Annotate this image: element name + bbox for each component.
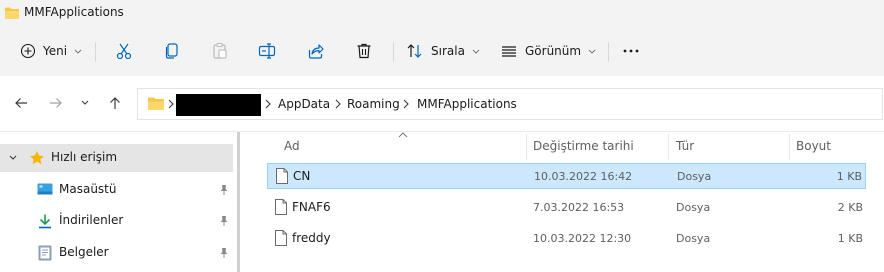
paste-icon bbox=[213, 42, 227, 59]
paste-button[interactable] bbox=[211, 37, 229, 65]
view-icon bbox=[502, 46, 516, 57]
column-header-size[interactable]: Boyut bbox=[790, 132, 866, 160]
file-name: freddy bbox=[292, 231, 331, 245]
nav-item-quick-access[interactable]: Hızlı erişim bbox=[0, 144, 233, 172]
nav-item-label: Hızlı erişim bbox=[51, 150, 118, 164]
chevron-down-icon bbox=[588, 49, 596, 54]
file-size: 1 KB bbox=[837, 232, 863, 245]
view-button-label: Görünüm bbox=[525, 44, 582, 58]
desktop-icon bbox=[37, 183, 53, 195]
file-name: FNAF6 bbox=[292, 200, 331, 214]
file-list: Ad Değiştirme tarihi Tür Boyut CN 10.03.… bbox=[246, 132, 884, 272]
window-title: MMFApplications bbox=[24, 5, 124, 19]
divider bbox=[95, 42, 96, 62]
nav-item-desktop[interactable]: Masaüstü bbox=[0, 176, 233, 204]
file-icon bbox=[275, 230, 287, 246]
share-icon bbox=[308, 44, 324, 59]
copy-button[interactable] bbox=[163, 37, 181, 65]
nav-item-downloads[interactable]: İndirilenler bbox=[0, 207, 233, 235]
new-button-label: Yeni bbox=[43, 44, 68, 58]
navigation-pane: Hızlı erişim Masaüstü İndirilenler Belge… bbox=[0, 132, 246, 272]
column-header-date[interactable]: Değiştirme tarihi bbox=[527, 132, 668, 160]
column-header-type[interactable]: Tür bbox=[669, 132, 789, 160]
title-bar: MMFApplications bbox=[0, 0, 884, 26]
breadcrumb-roaming[interactable]: Roaming bbox=[347, 97, 400, 111]
file-date: 7.03.2022 16:53 bbox=[533, 201, 625, 214]
command-bar: Yeni Sırala Görünüm bbox=[0, 26, 884, 76]
nav-item-label: İndirilenler bbox=[59, 213, 124, 227]
rename-icon bbox=[258, 43, 276, 59]
pin-icon[interactable] bbox=[219, 184, 229, 196]
chevron-down-icon bbox=[74, 49, 82, 54]
column-header-label: Ad bbox=[284, 139, 300, 153]
file-type: Dosya bbox=[676, 232, 711, 245]
cut-icon bbox=[116, 43, 132, 60]
rename-button[interactable] bbox=[258, 37, 276, 65]
sort-button-label: Sırala bbox=[431, 44, 465, 58]
address-row: AppData Roaming MMFApplications bbox=[0, 76, 884, 132]
column-header-label: Tür bbox=[676, 139, 695, 153]
copy-icon bbox=[165, 43, 178, 59]
column-header-label: Değiştirme tarihi bbox=[533, 139, 634, 153]
chevron-right-icon bbox=[403, 99, 409, 109]
column-header-name[interactable]: Ad bbox=[267, 132, 526, 160]
file-icon bbox=[276, 168, 288, 184]
sort-button[interactable]: Sırala bbox=[406, 37, 480, 65]
nav-item-label: Belgeler bbox=[59, 245, 109, 259]
download-icon bbox=[39, 214, 51, 229]
back-arrow-icon[interactable] bbox=[13, 95, 29, 111]
folder-icon bbox=[148, 97, 164, 110]
add-circle-icon bbox=[20, 43, 36, 59]
nav-item-label: Masaüstü bbox=[59, 182, 117, 196]
file-row-freddy[interactable]: freddy 10.03.2022 12:30 Dosya 1 KB bbox=[267, 226, 866, 252]
star-icon bbox=[30, 151, 44, 165]
chevron-down-icon[interactable] bbox=[9, 155, 17, 161]
redacted-path-segment bbox=[176, 94, 261, 116]
file-row-cn[interactable]: CN 10.03.2022 16:42 Dosya 1 KB bbox=[267, 163, 866, 189]
share-button[interactable] bbox=[307, 37, 325, 65]
divider bbox=[393, 42, 394, 62]
delete-button[interactable] bbox=[355, 37, 373, 65]
delete-icon bbox=[357, 43, 371, 59]
chevron-right-icon bbox=[265, 99, 271, 109]
breadcrumb-appdata[interactable]: AppData bbox=[278, 97, 330, 111]
file-size: 2 KB bbox=[837, 201, 863, 214]
nav-scrollbar[interactable] bbox=[237, 132, 240, 272]
file-size: 1 KB bbox=[836, 170, 862, 183]
cut-button[interactable] bbox=[115, 37, 133, 65]
pin-icon[interactable] bbox=[219, 215, 229, 227]
new-button[interactable]: Yeni bbox=[20, 37, 82, 65]
chevron-right-icon bbox=[335, 99, 341, 109]
nav-item-documents[interactable]: Belgeler bbox=[0, 239, 233, 267]
file-date: 10.03.2022 16:42 bbox=[534, 170, 633, 183]
file-date: 10.03.2022 12:30 bbox=[533, 232, 632, 245]
address-bar[interactable]: AppData Roaming MMFApplications bbox=[137, 88, 883, 120]
more-icon bbox=[623, 49, 639, 53]
folder-icon bbox=[5, 7, 19, 19]
chevron-right-icon bbox=[168, 99, 174, 109]
forward-arrow-icon[interactable] bbox=[48, 95, 64, 111]
file-type: Dosya bbox=[677, 170, 712, 183]
breadcrumb-mmfapplications[interactable]: MMFApplications bbox=[417, 97, 517, 111]
column-header-label: Boyut bbox=[796, 139, 831, 153]
more-button[interactable] bbox=[622, 37, 640, 65]
view-button[interactable]: Görünüm bbox=[500, 37, 596, 65]
recent-locations-chevron-icon[interactable] bbox=[81, 100, 89, 106]
file-row-fnaf6[interactable]: FNAF6 7.03.2022 16:53 Dosya 2 KB bbox=[267, 195, 866, 221]
divider bbox=[608, 42, 609, 62]
documents-icon bbox=[38, 245, 52, 261]
file-name: CN bbox=[293, 169, 311, 183]
file-icon bbox=[275, 199, 287, 215]
chevron-down-icon bbox=[472, 49, 480, 54]
file-type: Dosya bbox=[676, 201, 711, 214]
sort-icon bbox=[407, 44, 422, 58]
pin-icon[interactable] bbox=[219, 247, 229, 259]
up-arrow-icon[interactable] bbox=[107, 95, 123, 111]
